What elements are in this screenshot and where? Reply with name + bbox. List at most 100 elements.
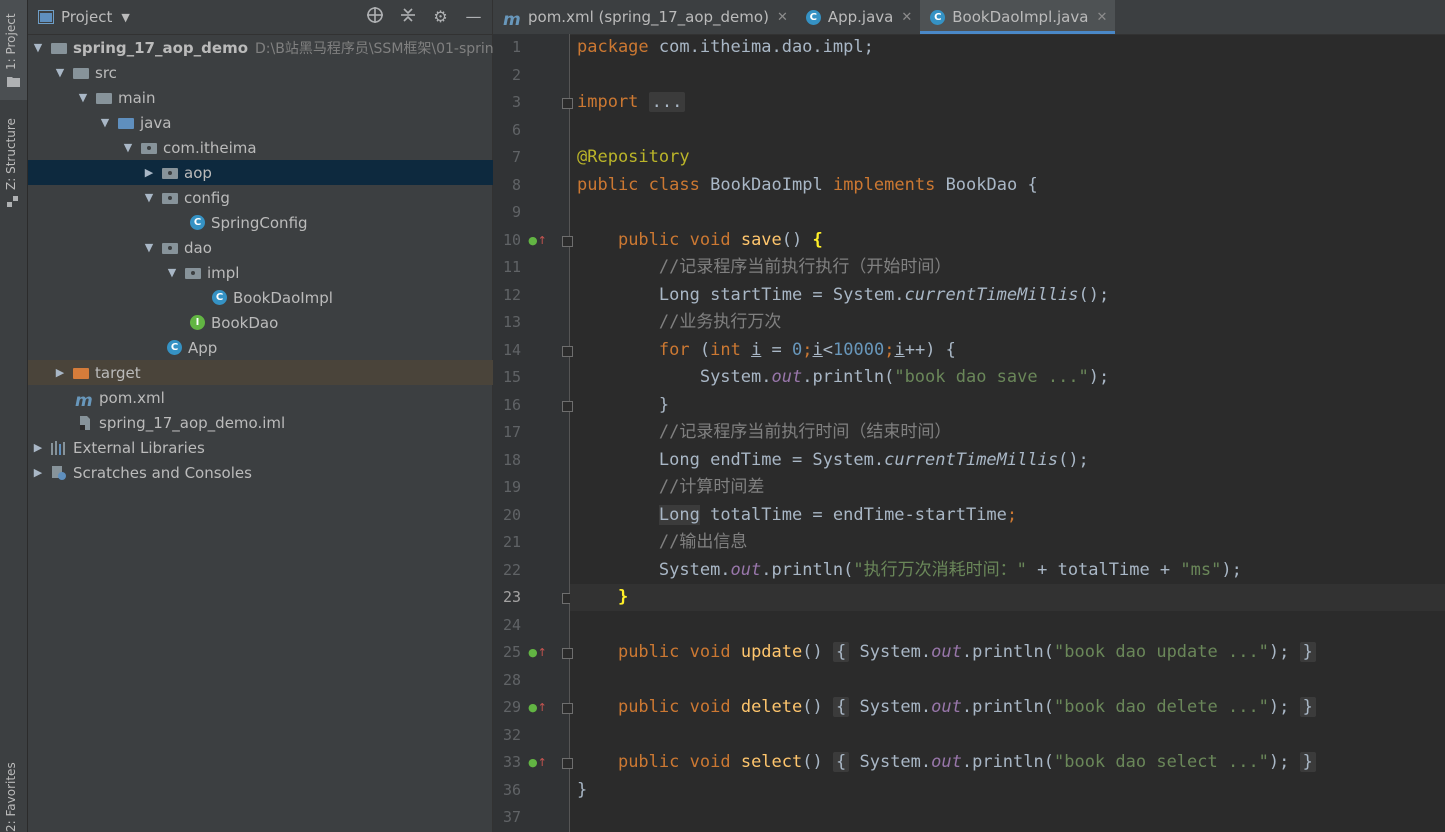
folded-brace[interactable]: } (1299, 642, 1316, 662)
tab-pom-xml[interactable]: m pom.xml (spring_17_aop_demo) ✕ (493, 0, 796, 34)
implements-method-icon[interactable]: ●↑ (528, 749, 547, 776)
tree-item-pom[interactable]: m pom.xml (28, 385, 539, 411)
line-number: 9 (511, 203, 521, 221)
tree-item-main[interactable]: ▼ main (28, 85, 542, 110)
line-number: 28 (502, 670, 521, 689)
folded-brace[interactable]: { (832, 752, 850, 772)
line-number: 1 (511, 38, 521, 56)
folded-brace[interactable]: } (1299, 752, 1316, 772)
number: 0 (792, 339, 803, 360)
module-path: D:\B站黑马程序员\SSM框架\01-sprin (255, 40, 494, 57)
keyword: void (689, 752, 731, 772)
project-tool-tab-label: 1: Project (4, 13, 18, 70)
close-icon[interactable]: ✕ (901, 10, 912, 25)
project-tool-tab[interactable]: 1: Project (0, 0, 27, 100)
line-number-current: 23 (502, 588, 521, 606)
package-icon (141, 143, 157, 154)
folder-icon (73, 68, 89, 79)
package-icon (185, 268, 201, 279)
chevron-down-icon[interactable]: ▼ (33, 42, 43, 53)
code-token: endTime = System. (699, 449, 885, 470)
chevron-right-icon[interactable]: ▶ (55, 367, 65, 378)
tree-item-label: java (140, 113, 172, 132)
comment: //输出信息 (658, 532, 748, 552)
tree-item-label: spring_17_aop_demo (73, 38, 249, 57)
type-name-highlighted: Long (658, 504, 700, 525)
line-number: 15 (502, 368, 521, 386)
line-number: 19 (502, 478, 521, 496)
structure-icon (7, 196, 18, 207)
keyword: int (710, 339, 741, 360)
editor-tab-bar: m pom.xml (spring_17_aop_demo) ✕ C App.j… (493, 0, 1445, 35)
code-token: System. (859, 752, 932, 772)
settings-button[interactable]: ⚙ (430, 6, 451, 27)
tab-label: BookDaoImpl.java (952, 8, 1089, 26)
line-number: 29 (502, 698, 521, 716)
tree-item-external-libraries[interactable]: ▶ External Libraries (28, 435, 497, 460)
tree-item-src[interactable]: ▼ src (28, 60, 519, 85)
chevron-right-icon[interactable]: ▶ (33, 467, 43, 478)
tree-item-target[interactable]: ▶ target (28, 360, 519, 385)
code-token: ); (1268, 752, 1290, 772)
folded-brace[interactable]: { (832, 642, 850, 662)
implements-method-icon[interactable]: ●↑ (528, 227, 547, 254)
collapse-all-icon (400, 8, 415, 22)
chevron-right-icon[interactable]: ▶ (33, 442, 43, 453)
code-area[interactable]: package com.itheima.dao.impl; import ...… (570, 34, 1445, 832)
iml-file-icon (80, 415, 90, 430)
project-panel: Project ▼ ⚙ — ▼ spring_17_aop_demo D:\B站… (28, 0, 608, 832)
code-token: totalTime = endTime-startTime (699, 504, 1007, 525)
chevron-down-icon[interactable]: ▼ (167, 267, 177, 278)
implements-method-icon[interactable]: ●↑ (528, 694, 547, 721)
tab-bookdaoimpl-java[interactable]: C BookDaoImpl.java ✕ (920, 0, 1116, 34)
line-number: 7 (511, 148, 521, 166)
tab-app-java[interactable]: C App.java ✕ (796, 0, 920, 34)
close-icon[interactable]: ✕ (777, 10, 788, 25)
code-line: @Repository (570, 144, 1445, 171)
tool-window-strip: 1: Project Z: Structure 2: Favorites (0, 0, 28, 832)
structure-tool-tab[interactable]: Z: Structure (0, 108, 27, 218)
folded-brace[interactable]: } (1299, 697, 1316, 717)
chevron-right-icon[interactable]: ▶ (144, 167, 154, 178)
tree-item-root[interactable]: ▼ spring_17_aop_demo D:\B站黑马程序员\SSM框架\01… (28, 35, 497, 60)
chevron-down-icon[interactable]: ▼ (144, 192, 154, 203)
code-token: () (802, 752, 823, 772)
interface-icon: I (190, 315, 205, 330)
chevron-down-icon[interactable]: ▼ (78, 92, 88, 103)
locate-file-button[interactable] (364, 6, 385, 27)
line-number: 12 (502, 285, 521, 304)
chevron-down-icon[interactable]: ▼ (144, 242, 154, 253)
import-fold-placeholder[interactable]: ... (648, 92, 686, 112)
chevron-down-icon[interactable]: ▼ (55, 67, 65, 78)
tree-item-iml[interactable]: spring_17_aop_demo.iml (28, 410, 541, 435)
folded-brace[interactable]: { (832, 697, 850, 717)
tree-item-label: aop (184, 163, 212, 182)
code-token: System. (859, 697, 932, 717)
code-token: ); (1268, 642, 1290, 662)
code-line: Long totalTime = endTime-startTime; (658, 504, 1018, 525)
chevron-down-icon[interactable]: ▼ (123, 142, 133, 153)
tree-item-label: dao (184, 238, 212, 257)
hide-panel-button[interactable]: — (463, 6, 484, 27)
class-icon: C (930, 9, 946, 25)
tree-item-java[interactable]: ▼ java (28, 110, 564, 135)
close-icon[interactable]: ✕ (1096, 10, 1107, 25)
implements-method-icon[interactable]: ●↑ (528, 639, 547, 666)
project-view-selector[interactable]: Project ▼ (38, 8, 130, 26)
class-name: BookDaoImpl (710, 174, 823, 195)
string-literal: "执行万次消耗时间：" (853, 559, 1027, 580)
code-token: { (1017, 174, 1038, 195)
code-line: } (570, 392, 1445, 419)
collapse-all-button[interactable] (397, 6, 418, 27)
editor-gutter[interactable]: 1 2 3 6 7 8 9 10 11 12 13 14 15 16 17 18… (493, 34, 573, 832)
favorites-tool-tab[interactable]: 2: Favorites (0, 762, 27, 832)
number: 10000 (833, 339, 885, 360)
static-field: out (730, 559, 762, 580)
code-token: (); (1078, 284, 1110, 305)
package-icon (162, 168, 178, 179)
line-number: 20 (502, 505, 521, 524)
chevron-down-icon[interactable]: ▼ (100, 117, 110, 128)
tree-item-label: spring_17_aop_demo.iml (99, 413, 286, 432)
tree-item-scratches[interactable]: ▶ Scratches and Consoles (28, 460, 497, 485)
code-token: ); (1221, 559, 1242, 580)
